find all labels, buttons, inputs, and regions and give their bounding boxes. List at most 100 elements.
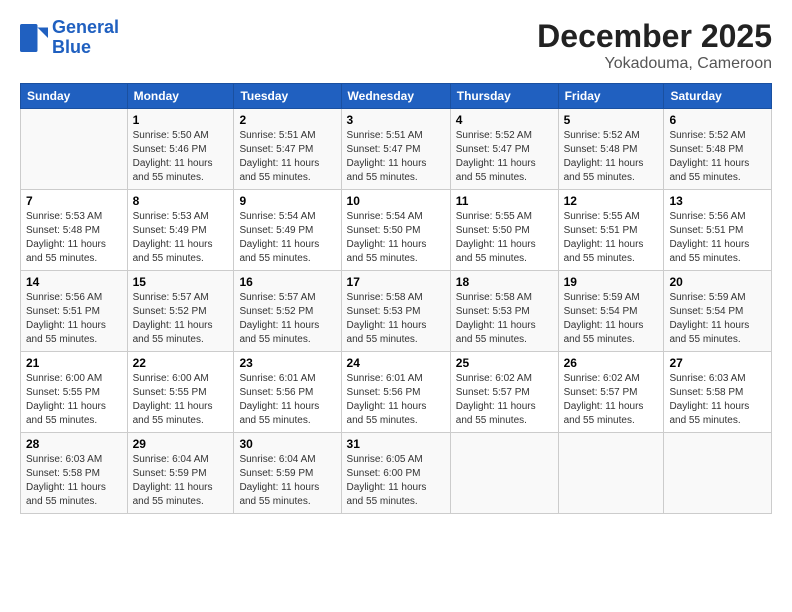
calendar-cell: 15 Sunrise: 5:57 AMSunset: 5:52 PMDaylig… <box>127 271 234 352</box>
day-info: Sunrise: 6:00 AMSunset: 5:55 PMDaylight:… <box>26 373 106 426</box>
calendar-cell: 24 Sunrise: 6:01 AMSunset: 5:56 PMDaylig… <box>341 352 450 433</box>
calendar-cell: 28 Sunrise: 6:03 AMSunset: 5:58 PMDaylig… <box>21 433 128 514</box>
day-number: 6 <box>669 113 766 127</box>
day-info: Sunrise: 6:03 AMSunset: 5:58 PMDaylight:… <box>669 373 749 426</box>
day-number: 31 <box>347 437 445 451</box>
day-info: Sunrise: 5:57 AMSunset: 5:52 PMDaylight:… <box>133 292 213 345</box>
day-number: 29 <box>133 437 229 451</box>
day-info: Sunrise: 6:02 AMSunset: 5:57 PMDaylight:… <box>564 373 644 426</box>
day-info: Sunrise: 5:54 AMSunset: 5:49 PMDaylight:… <box>239 211 319 264</box>
title-block: December 2025 Yokadouma, Cameroon <box>537 18 772 73</box>
day-info: Sunrise: 6:04 AMSunset: 5:59 PMDaylight:… <box>133 454 213 507</box>
logo-icon <box>20 24 48 52</box>
day-info: Sunrise: 6:01 AMSunset: 5:56 PMDaylight:… <box>239 373 319 426</box>
logo-text-general: General <box>52 18 119 38</box>
day-info: Sunrise: 5:57 AMSunset: 5:52 PMDaylight:… <box>239 292 319 345</box>
day-info: Sunrise: 5:52 AMSunset: 5:47 PMDaylight:… <box>456 130 536 183</box>
day-number: 28 <box>26 437 122 451</box>
day-number: 16 <box>239 275 335 289</box>
day-info: Sunrise: 5:50 AMSunset: 5:46 PMDaylight:… <box>133 130 213 183</box>
calendar-cell: 10 Sunrise: 5:54 AMSunset: 5:50 PMDaylig… <box>341 190 450 271</box>
calendar-cell: 8 Sunrise: 5:53 AMSunset: 5:49 PMDayligh… <box>127 190 234 271</box>
day-number: 4 <box>456 113 553 127</box>
calendar-cell: 13 Sunrise: 5:56 AMSunset: 5:51 PMDaylig… <box>664 190 772 271</box>
day-number: 21 <box>26 356 122 370</box>
calendar-cell: 23 Sunrise: 6:01 AMSunset: 5:56 PMDaylig… <box>234 352 341 433</box>
logo-text-blue: Blue <box>52 38 119 58</box>
day-info: Sunrise: 5:52 AMSunset: 5:48 PMDaylight:… <box>669 130 749 183</box>
calendar-week-row: 21 Sunrise: 6:00 AMSunset: 5:55 PMDaylig… <box>21 352 772 433</box>
calendar-cell: 26 Sunrise: 6:02 AMSunset: 5:57 PMDaylig… <box>558 352 664 433</box>
calendar-cell: 1 Sunrise: 5:50 AMSunset: 5:46 PMDayligh… <box>127 109 234 190</box>
day-info: Sunrise: 5:55 AMSunset: 5:51 PMDaylight:… <box>564 211 644 264</box>
day-number: 1 <box>133 113 229 127</box>
weekday-header-saturday: Saturday <box>664 84 772 109</box>
day-number: 12 <box>564 194 659 208</box>
header: General Blue December 2025 Yokadouma, Ca… <box>20 18 772 73</box>
calendar-cell: 27 Sunrise: 6:03 AMSunset: 5:58 PMDaylig… <box>664 352 772 433</box>
day-info: Sunrise: 6:01 AMSunset: 5:56 PMDaylight:… <box>347 373 427 426</box>
day-number: 5 <box>564 113 659 127</box>
day-info: Sunrise: 5:51 AMSunset: 5:47 PMDaylight:… <box>347 130 427 183</box>
calendar-cell: 6 Sunrise: 5:52 AMSunset: 5:48 PMDayligh… <box>664 109 772 190</box>
day-number: 10 <box>347 194 445 208</box>
day-number: 24 <box>347 356 445 370</box>
calendar-cell: 12 Sunrise: 5:55 AMSunset: 5:51 PMDaylig… <box>558 190 664 271</box>
day-number: 27 <box>669 356 766 370</box>
logo: General Blue <box>20 18 119 58</box>
day-number: 7 <box>26 194 122 208</box>
weekday-header-wednesday: Wednesday <box>341 84 450 109</box>
calendar-cell <box>450 433 558 514</box>
day-number: 15 <box>133 275 229 289</box>
day-info: Sunrise: 5:59 AMSunset: 5:54 PMDaylight:… <box>564 292 644 345</box>
calendar-week-row: 14 Sunrise: 5:56 AMSunset: 5:51 PMDaylig… <box>21 271 772 352</box>
day-number: 11 <box>456 194 553 208</box>
day-number: 13 <box>669 194 766 208</box>
calendar-cell: 17 Sunrise: 5:58 AMSunset: 5:53 PMDaylig… <box>341 271 450 352</box>
day-info: Sunrise: 6:00 AMSunset: 5:55 PMDaylight:… <box>133 373 213 426</box>
day-info: Sunrise: 5:58 AMSunset: 5:53 PMDaylight:… <box>347 292 427 345</box>
day-info: Sunrise: 5:59 AMSunset: 5:54 PMDaylight:… <box>669 292 749 345</box>
day-info: Sunrise: 5:53 AMSunset: 5:48 PMDaylight:… <box>26 211 106 264</box>
calendar-cell <box>21 109 128 190</box>
calendar-cell: 16 Sunrise: 5:57 AMSunset: 5:52 PMDaylig… <box>234 271 341 352</box>
day-info: Sunrise: 5:51 AMSunset: 5:47 PMDaylight:… <box>239 130 319 183</box>
weekday-header-row: SundayMondayTuesdayWednesdayThursdayFrid… <box>21 84 772 109</box>
day-info: Sunrise: 5:58 AMSunset: 5:53 PMDaylight:… <box>456 292 536 345</box>
page-title: December 2025 <box>537 18 772 55</box>
calendar-cell: 31 Sunrise: 6:05 AMSunset: 6:00 PMDaylig… <box>341 433 450 514</box>
day-info: Sunrise: 6:04 AMSunset: 5:59 PMDaylight:… <box>239 454 319 507</box>
day-info: Sunrise: 5:54 AMSunset: 5:50 PMDaylight:… <box>347 211 427 264</box>
day-number: 14 <box>26 275 122 289</box>
calendar-table: SundayMondayTuesdayWednesdayThursdayFrid… <box>20 83 772 514</box>
calendar-cell: 14 Sunrise: 5:56 AMSunset: 5:51 PMDaylig… <box>21 271 128 352</box>
day-number: 3 <box>347 113 445 127</box>
day-number: 18 <box>456 275 553 289</box>
page-subtitle: Yokadouma, Cameroon <box>537 55 772 73</box>
day-info: Sunrise: 5:52 AMSunset: 5:48 PMDaylight:… <box>564 130 644 183</box>
calendar-cell: 30 Sunrise: 6:04 AMSunset: 5:59 PMDaylig… <box>234 433 341 514</box>
calendar-cell: 21 Sunrise: 6:00 AMSunset: 5:55 PMDaylig… <box>21 352 128 433</box>
day-info: Sunrise: 5:53 AMSunset: 5:49 PMDaylight:… <box>133 211 213 264</box>
day-number: 22 <box>133 356 229 370</box>
calendar-cell <box>558 433 664 514</box>
calendar-cell: 11 Sunrise: 5:55 AMSunset: 5:50 PMDaylig… <box>450 190 558 271</box>
calendar-cell: 5 Sunrise: 5:52 AMSunset: 5:48 PMDayligh… <box>558 109 664 190</box>
day-number: 9 <box>239 194 335 208</box>
weekday-header-friday: Friday <box>558 84 664 109</box>
day-info: Sunrise: 6:02 AMSunset: 5:57 PMDaylight:… <box>456 373 536 426</box>
day-number: 25 <box>456 356 553 370</box>
weekday-header-thursday: Thursday <box>450 84 558 109</box>
calendar-cell <box>664 433 772 514</box>
calendar-cell: 25 Sunrise: 6:02 AMSunset: 5:57 PMDaylig… <box>450 352 558 433</box>
calendar-cell: 20 Sunrise: 5:59 AMSunset: 5:54 PMDaylig… <box>664 271 772 352</box>
weekday-header-tuesday: Tuesday <box>234 84 341 109</box>
day-number: 30 <box>239 437 335 451</box>
day-number: 19 <box>564 275 659 289</box>
day-info: Sunrise: 6:05 AMSunset: 6:00 PMDaylight:… <box>347 454 427 507</box>
calendar-week-row: 28 Sunrise: 6:03 AMSunset: 5:58 PMDaylig… <box>21 433 772 514</box>
calendar-cell: 2 Sunrise: 5:51 AMSunset: 5:47 PMDayligh… <box>234 109 341 190</box>
calendar-cell: 19 Sunrise: 5:59 AMSunset: 5:54 PMDaylig… <box>558 271 664 352</box>
calendar-week-row: 7 Sunrise: 5:53 AMSunset: 5:48 PMDayligh… <box>21 190 772 271</box>
calendar-cell: 18 Sunrise: 5:58 AMSunset: 5:53 PMDaylig… <box>450 271 558 352</box>
